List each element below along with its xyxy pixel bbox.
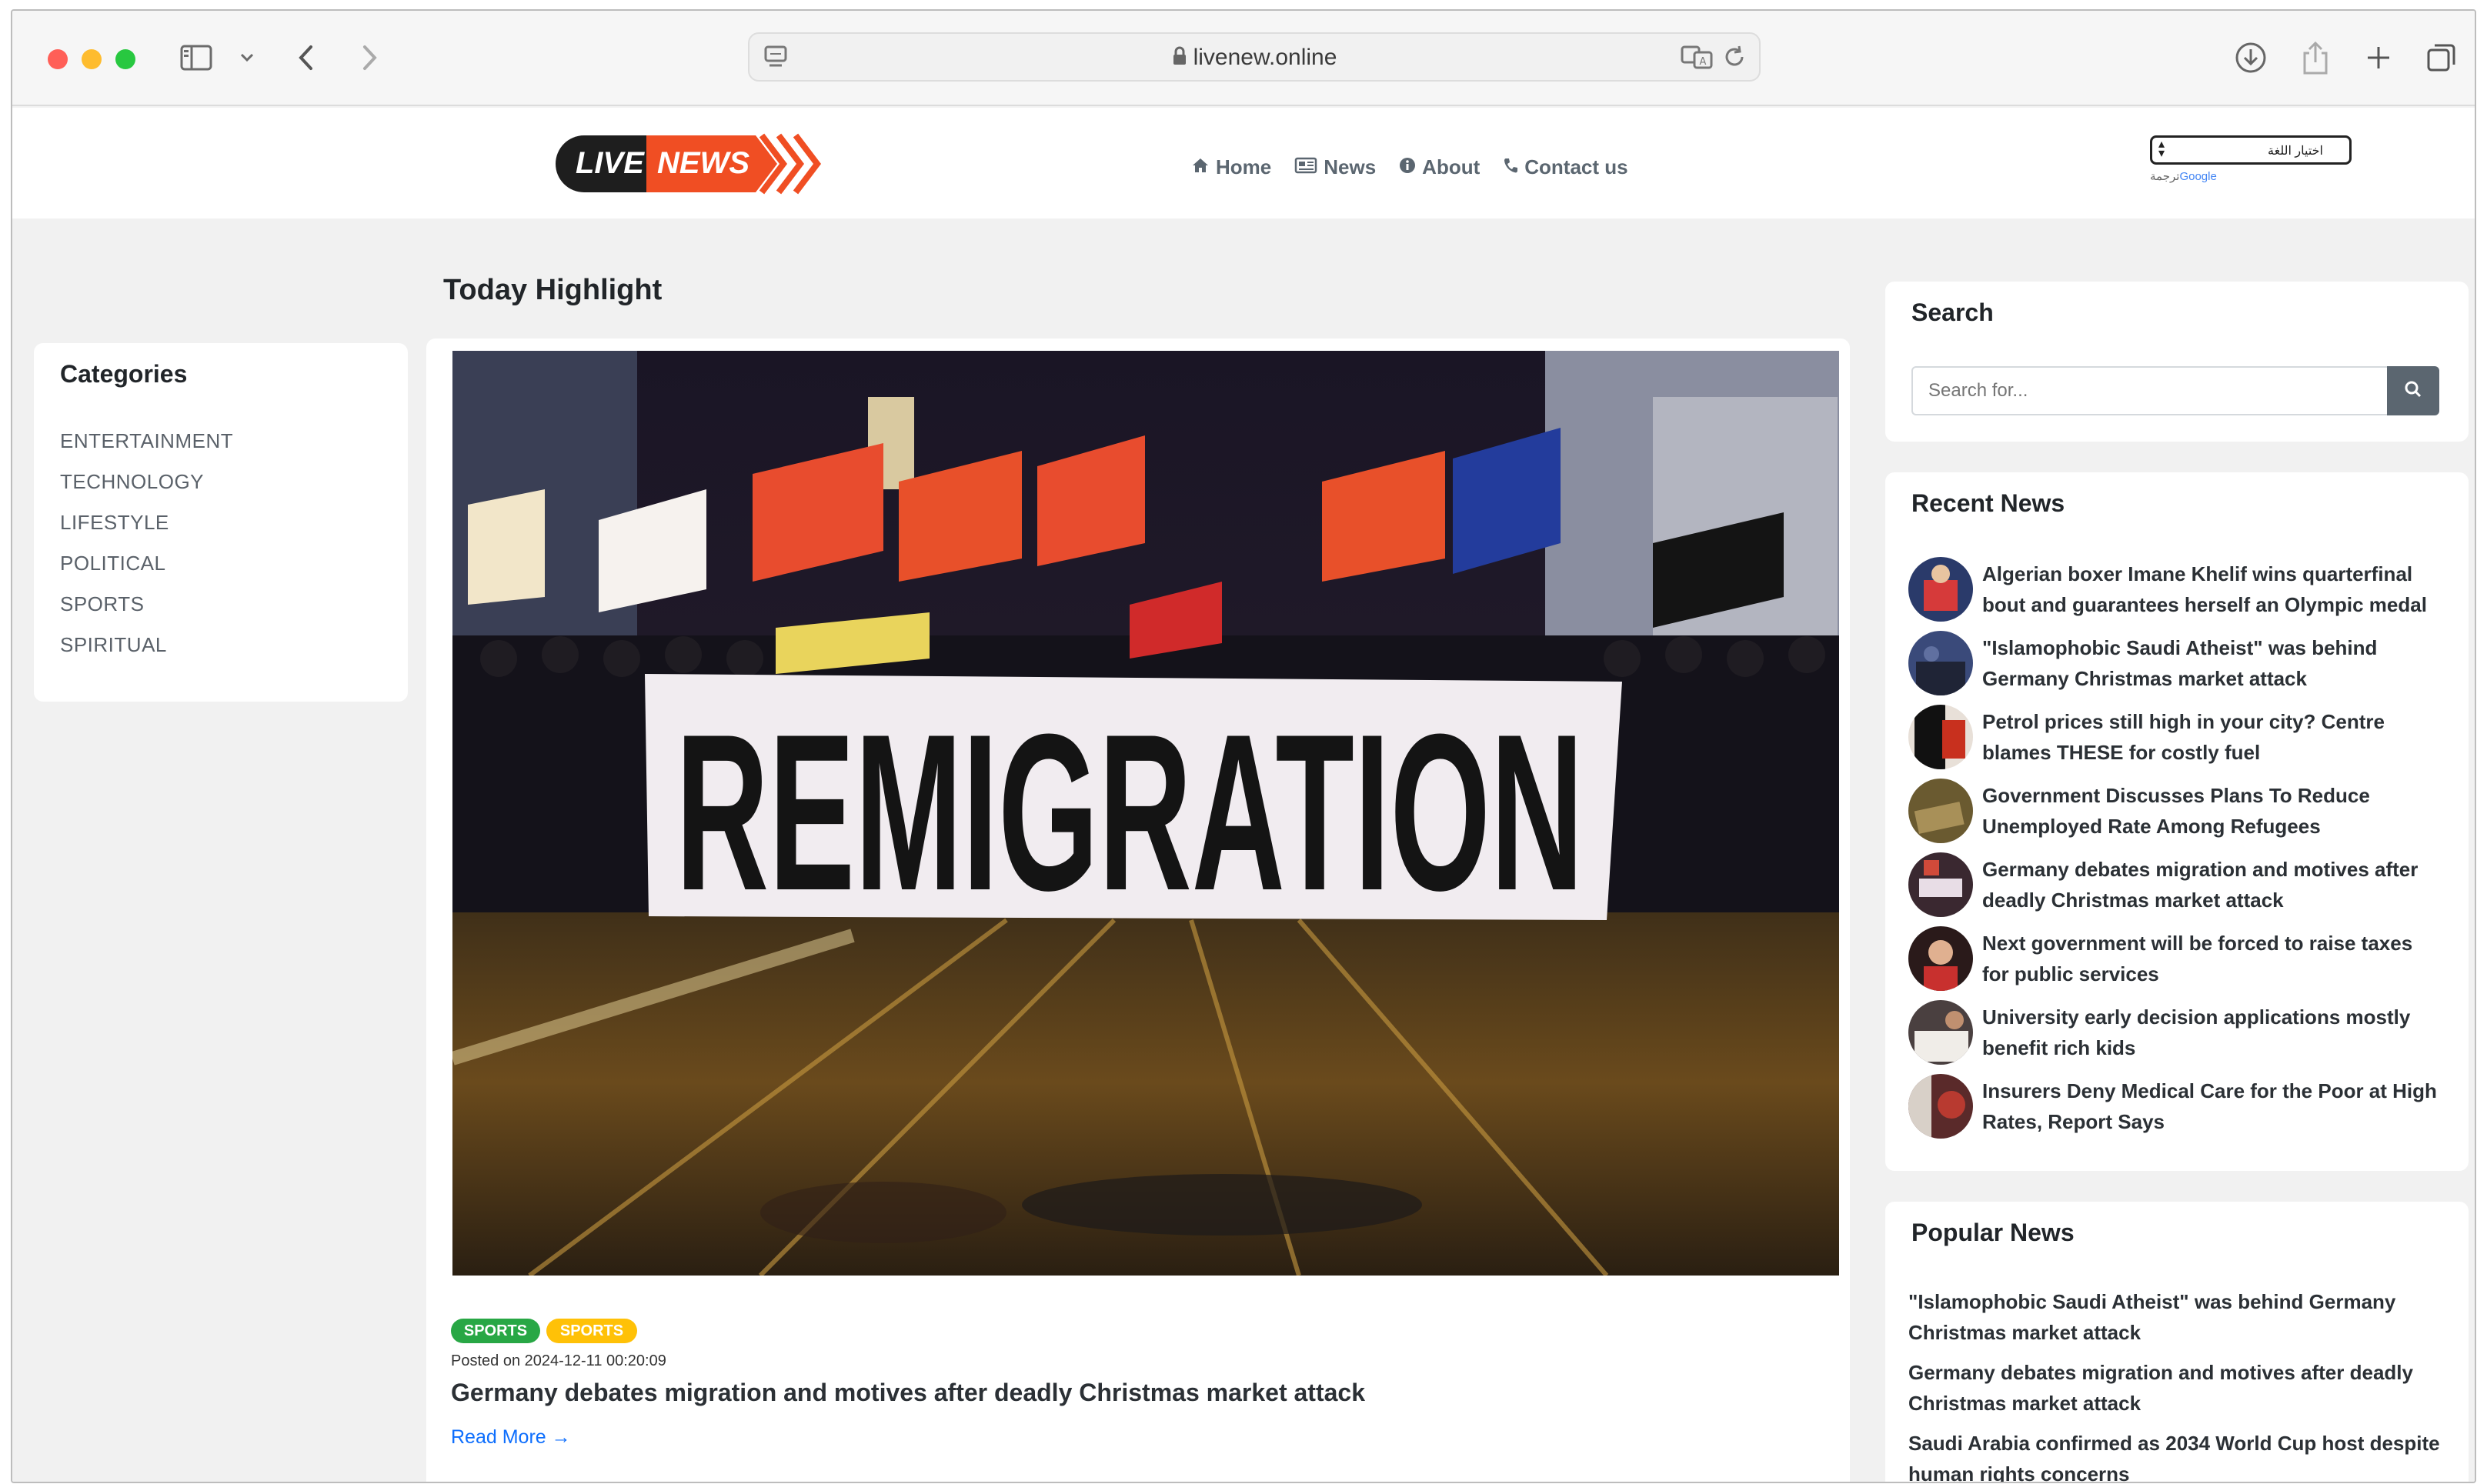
recent-news-link[interactable]: "Islamophobic Saudi Atheist" was behind … (1982, 632, 2444, 694)
site-header: LIVE NEWS Home News About Contact us ▴ ▾… (12, 108, 2475, 218)
reload-icon[interactable] (1722, 45, 1747, 73)
lock-icon (1172, 46, 1187, 72)
nav-about[interactable]: About (1399, 155, 1480, 179)
read-more-link[interactable]: Read More → (451, 1426, 571, 1449)
forward-icon[interactable] (352, 38, 386, 77)
categories-card: Categories ENTERTAINMENT TECHNOLOGY LIFE… (34, 343, 408, 702)
categories-title: Categories (60, 360, 188, 388)
google-translate-credit[interactable]: ترجمةGoogle (2150, 169, 2217, 183)
web-page: LIVE NEWS Home News About Contact us ▴ ▾… (12, 108, 2475, 1482)
recent-news-card: Recent News Algerian boxer Imane Khelif … (1885, 472, 2469, 1171)
news-thumbnail (1908, 1000, 1973, 1065)
logo-live-text: LIVE (576, 146, 644, 180)
category-badge[interactable]: SPORTS (546, 1319, 637, 1343)
minimize-window-button[interactable] (82, 49, 102, 69)
search-icon (2404, 380, 2422, 402)
recent-news-title: Recent News (1911, 489, 2065, 517)
url-text: livenew.online (1193, 45, 1337, 70)
recent-news-link[interactable]: Government Discusses Plans To Reduce Une… (1982, 780, 2444, 842)
news-thumbnail (1908, 705, 1973, 769)
category-link[interactable]: SPIRITUAL (60, 633, 167, 657)
news-thumbnail (1908, 852, 1973, 917)
sidebar-toggle-icon[interactable] (177, 38, 215, 77)
nav-news-label: News (1324, 155, 1377, 178)
highlight-image[interactable]: REMIGRATION (452, 351, 1839, 1276)
search-card: Search (1885, 282, 2469, 442)
recent-news-link[interactable]: Insurers Deny Medical Care for the Poor … (1982, 1075, 2444, 1137)
nav-home-label: Home (1216, 155, 1272, 178)
category-link[interactable]: LIFESTYLE (60, 511, 169, 535)
banner-text: REMIGRATION (676, 688, 1584, 937)
main-nav: Home News About Contact us (1191, 155, 1628, 179)
site-logo[interactable]: LIVE NEWS (554, 129, 846, 198)
recent-news-link[interactable]: Petrol prices still high in your city? C… (1982, 706, 2444, 768)
browser-toolbar: livenew.online A (12, 11, 2475, 106)
translate-icon[interactable]: A (1681, 45, 1714, 73)
category-link[interactable]: SPORTS (60, 592, 144, 616)
back-icon[interactable] (289, 38, 323, 77)
recent-news-item[interactable]: Government Discusses Plans To Reduce Une… (1908, 779, 2447, 849)
zoom-window-button[interactable] (115, 49, 135, 69)
language-select-value: اختيار اللغة (2268, 145, 2323, 158)
category-link[interactable]: POLITICAL (60, 552, 165, 575)
phone-icon (1503, 155, 1518, 179)
highlight-headline[interactable]: Germany debates migration and motives af… (451, 1379, 1365, 1407)
home-icon (1191, 155, 1210, 179)
close-window-button[interactable] (48, 49, 68, 69)
select-arrows-icon: ▴ ▾ (2158, 138, 2165, 160)
translate-prefix: ترجمة (2150, 170, 2180, 183)
news-thumbnail (1908, 779, 1973, 843)
category-badge[interactable]: SPORTS (451, 1319, 540, 1343)
recent-news-item[interactable]: University early decision applications m… (1908, 1000, 2447, 1071)
google-brand-text: Google (2179, 170, 2217, 183)
news-thumbnail (1908, 631, 1973, 695)
popular-news-link[interactable]: Saudi Arabia confirmed as 2034 World Cup… (1908, 1428, 2447, 1482)
logo-news-text: NEWS (657, 146, 749, 180)
category-link[interactable]: ENTERTAINMENT (60, 429, 233, 453)
recent-news-item[interactable]: Algerian boxer Imane Khelif wins quarter… (1908, 557, 2447, 628)
news-thumbnail (1908, 557, 1973, 622)
recent-news-link[interactable]: Algerian boxer Imane Khelif wins quarter… (1982, 559, 2444, 620)
search-button[interactable] (2387, 366, 2439, 415)
newspaper-icon (1294, 155, 1317, 179)
nav-about-label: About (1422, 155, 1481, 178)
recent-news-link[interactable]: University early decision applications m… (1982, 1002, 2444, 1063)
chevron-down-icon[interactable] (235, 38, 259, 77)
address-bar[interactable]: livenew.online A (748, 32, 1761, 82)
downloads-icon[interactable] (2233, 38, 2268, 77)
recent-news-item[interactable]: Petrol prices still high in your city? C… (1908, 705, 2447, 775)
nav-contact-label: Contact us (1524, 155, 1628, 178)
category-link[interactable]: TECHNOLOGY (60, 470, 204, 494)
info-icon (1399, 155, 1416, 179)
language-select[interactable]: ▴ ▾ اختيار اللغة (2150, 135, 2352, 165)
nav-contact[interactable]: Contact us (1503, 155, 1628, 179)
today-highlight-title: Today Highlight (443, 274, 663, 306)
news-thumbnail (1908, 926, 1973, 991)
search-input[interactable] (1911, 366, 2389, 415)
popular-news-link[interactable]: "Islamophobic Saudi Atheist" was behind … (1908, 1286, 2447, 1348)
new-tab-icon[interactable] (2361, 38, 2396, 77)
recent-news-item[interactable]: "Islamophobic Saudi Atheist" was behind … (1908, 631, 2447, 702)
browser-window: livenew.online A LIVE NEWS Home News Abo… (11, 9, 2476, 1483)
recent-news-link[interactable]: Next government will be forced to raise … (1982, 928, 2444, 989)
news-thumbnail (1908, 1074, 1973, 1139)
post-date: Posted on 2024-12-11 00:20:09 (451, 1352, 666, 1369)
recent-news-link[interactable]: Germany debates migration and motives af… (1982, 854, 2444, 915)
recent-news-item[interactable]: Insurers Deny Medical Care for the Poor … (1908, 1074, 2447, 1145)
search-title: Search (1911, 298, 1994, 326)
nav-home[interactable]: Home (1191, 155, 1271, 179)
recent-news-item[interactable]: Next government will be forced to raise … (1908, 926, 2447, 997)
recent-news-item[interactable]: Germany debates migration and motives af… (1908, 852, 2447, 923)
tab-overview-icon[interactable] (2424, 38, 2459, 77)
popular-news-link[interactable]: Germany debates migration and motives af… (1908, 1357, 2447, 1419)
url-display[interactable]: livenew.online (749, 45, 1759, 72)
popular-news-title: Popular News (1911, 1219, 2075, 1246)
popular-news-card: Popular News "Islamophobic Saudi Atheist… (1885, 1202, 2469, 1482)
svg-text:A: A (1700, 56, 1707, 68)
share-icon[interactable] (2298, 38, 2333, 77)
nav-news[interactable]: News (1294, 155, 1376, 179)
